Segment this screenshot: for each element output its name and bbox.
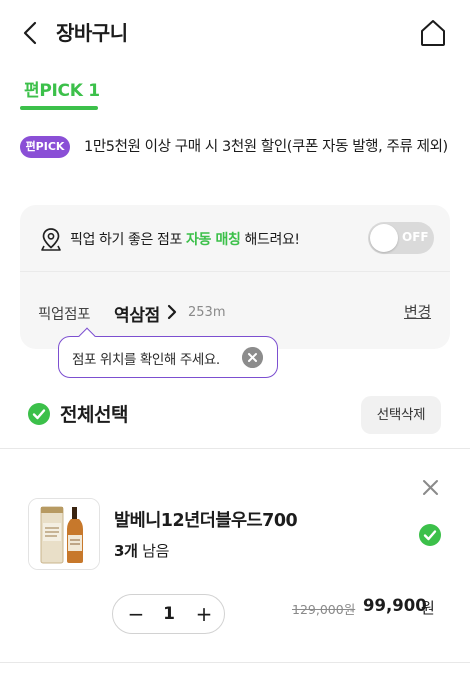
promo-badge: 편PICK — [20, 136, 70, 158]
select-all-label[interactable]: 전체선택 — [60, 400, 128, 427]
store-tooltip: 점포 위치를 확인해 주세요. — [58, 327, 278, 378]
page-title: 장바구니 — [56, 21, 128, 45]
auto-match-text-pre: 픽업 하기 좋은 점포 — [70, 232, 187, 248]
decrease-quantity-button[interactable]: − — [123, 601, 149, 627]
stock-suffix: 남음 — [137, 542, 170, 560]
currency-label: 원 — [421, 599, 435, 617]
product-name[interactable]: 발베니12년더블우드700 — [114, 507, 298, 532]
section-divider — [0, 448, 470, 449]
chevron-right-icon[interactable] — [166, 303, 178, 321]
stock-remaining: 3개 남음 — [114, 540, 169, 561]
store-label: 픽업점포 — [38, 307, 91, 323]
increase-quantity-button[interactable]: + — [191, 601, 217, 627]
auto-match-highlight: 자동 매칭 — [186, 232, 241, 248]
quantity-value: 1 — [163, 604, 175, 624]
promo-text: 1만5천원 이상 구매 시 3천원 할인(쿠폰 자동 발행, 주류 제외) — [84, 139, 448, 155]
sale-price: 99,900 — [363, 596, 427, 615]
auto-match-toggle[interactable]: OFF — [368, 222, 434, 254]
tab-pyeonpick[interactable]: 편PICK 1 — [20, 72, 100, 112]
stock-count: 3개 — [114, 542, 138, 560]
change-store-link[interactable]: 변경 — [404, 301, 431, 322]
store-name[interactable]: 역삼점 — [114, 301, 160, 326]
auto-match-text: 픽업 하기 좋은 점포 자동 매칭 해드려요! — [70, 229, 300, 249]
pickup-card: 픽업 하기 좋은 점포 자동 매칭 해드려요! OFF 픽업점포 역삼점 253… — [20, 205, 450, 349]
delete-selected-button[interactable]: 선택삭제 — [361, 396, 441, 434]
original-price: 129,000원 — [292, 602, 356, 617]
chevron-left-icon[interactable] — [20, 20, 42, 46]
quantity-stepper: − 1 + — [112, 594, 225, 634]
whisky-bottle-image — [29, 499, 99, 569]
close-icon[interactable] — [422, 479, 439, 496]
select-all-checkbox[interactable] — [28, 403, 50, 425]
map-pin-icon — [41, 228, 61, 251]
tab-active-indicator — [20, 106, 98, 110]
tooltip-text: 점포 위치를 확인해 주세요. — [72, 352, 220, 368]
tab-label: 편PICK 1 — [24, 81, 100, 101]
header: 장바구니 — [0, 0, 470, 64]
card-divider — [20, 271, 450, 272]
close-icon[interactable] — [242, 347, 263, 368]
bottom-divider — [0, 662, 470, 663]
product-thumbnail[interactable] — [28, 498, 100, 570]
toggle-label: OFF — [402, 230, 429, 244]
store-distance: 253m — [188, 305, 226, 320]
home-icon[interactable] — [418, 18, 448, 48]
item-checkbox[interactable] — [419, 524, 441, 546]
toggle-knob — [370, 224, 398, 252]
auto-match-text-post: 해드려요! — [240, 232, 301, 248]
